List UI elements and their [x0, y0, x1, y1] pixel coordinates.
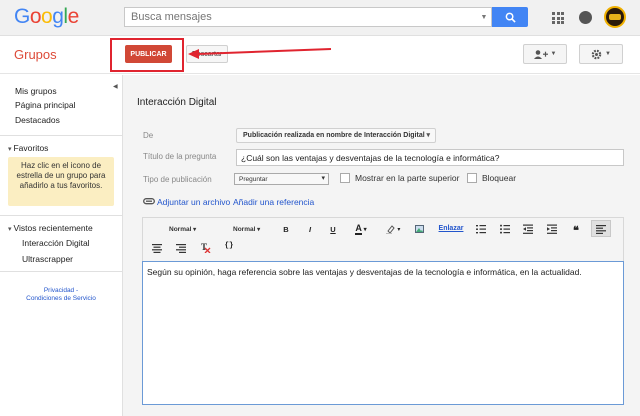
gear-icon: [591, 49, 602, 59]
from-select[interactable]: Publicación realizada en nombre de Inter…: [236, 128, 436, 143]
favorites-section-title[interactable]: Favoritos: [8, 143, 48, 153]
highlight-color-button[interactable]: ▾: [384, 224, 402, 234]
numbered-list-icon[interactable]: [476, 224, 486, 234]
logo-letter: G: [14, 5, 30, 28]
members-button[interactable]: ▼: [523, 44, 567, 64]
svg-text:T: T: [201, 242, 207, 252]
red-arrow-annotation: [188, 48, 332, 59]
italic-button[interactable]: I: [305, 225, 315, 234]
chevron-down-icon: ▼: [605, 51, 611, 57]
sidebar-item-recent-interaccion[interactable]: Interacción Digital: [22, 238, 90, 248]
divider: [0, 271, 122, 272]
link-button[interactable]: Enlazar: [438, 225, 464, 232]
google-logo[interactable]: Google: [14, 5, 79, 29]
sidebar-item-my-groups[interactable]: Mis grupos: [15, 86, 57, 96]
sidebar-item-featured[interactable]: Destacados: [15, 115, 60, 125]
attach-file-link[interactable]: Adjuntar un archivo: [157, 197, 230, 207]
insert-image-button[interactable]: [414, 225, 424, 233]
settings-button[interactable]: ▼: [579, 44, 623, 64]
sidebar-item-home[interactable]: Página principal: [15, 100, 75, 110]
post-type-select[interactable]: Preguntar: [234, 173, 329, 185]
code-button[interactable]: {}: [223, 242, 235, 250]
add-member-icon: [533, 49, 548, 59]
favorites-tip: Haz clic en el icono de estrella de un g…: [8, 157, 114, 206]
from-label: De: [143, 131, 154, 140]
search-box: ▼: [124, 7, 492, 27]
bulleted-list-icon[interactable]: [500, 224, 510, 234]
app-name[interactable]: Grupos: [14, 47, 57, 62]
align-left-icon: [596, 225, 606, 234]
text-color-button[interactable]: A ▾: [352, 224, 370, 235]
message-body-editor[interactable]: Según su opinión, haga referencia sobre …: [142, 261, 624, 405]
question-title-label: Título de la pregunta: [143, 152, 217, 161]
avatar[interactable]: [604, 6, 626, 28]
logo-letter: g: [52, 5, 64, 28]
highlighter-icon: [385, 225, 395, 234]
add-reference-link[interactable]: Añadir una referencia: [233, 197, 314, 207]
logo-letter: e: [67, 5, 80, 28]
show-top-checkbox[interactable]: [340, 173, 350, 183]
divider: [0, 215, 122, 216]
search-icon: [505, 12, 516, 23]
paperclip-icon: [143, 198, 155, 205]
publish-highlight-box: [110, 38, 184, 72]
indent-icon[interactable]: [547, 224, 557, 234]
search-options-icon[interactable]: ▼: [477, 14, 491, 21]
font-family-dropdown[interactable]: Normal: [169, 226, 196, 233]
top-bar: Google ▼: [0, 0, 640, 36]
apps-grid-icon[interactable]: [552, 12, 564, 24]
clear-formatting-icon[interactable]: T: [200, 242, 211, 253]
align-center-icon[interactable]: [152, 243, 162, 253]
font-size-dropdown[interactable]: Normal: [233, 226, 260, 233]
notifications-icon[interactable]: [579, 11, 592, 24]
chevron-down-icon: ▼: [550, 51, 557, 57]
bold-button[interactable]: B: [281, 225, 291, 234]
group-title: Interacción Digital: [137, 97, 217, 108]
align-right-icon[interactable]: [176, 243, 186, 253]
logo-letter: o: [29, 5, 42, 28]
image-icon: [414, 225, 424, 233]
question-title-input[interactable]: [236, 149, 624, 166]
post-type-label: Tipo de publicación: [143, 175, 212, 184]
search-input[interactable]: [125, 8, 477, 26]
logo-letter: o: [41, 5, 53, 28]
divider: [0, 135, 122, 136]
search-button[interactable]: [492, 7, 528, 27]
underline-button[interactable]: U: [328, 225, 338, 234]
collapse-sidebar-icon[interactable]: ◀: [113, 83, 118, 90]
lock-checkbox[interactable]: [467, 173, 477, 183]
recent-section-title[interactable]: Vistos recientemente: [8, 223, 92, 233]
footer-links: Privacidad - Condiciones de Servicio: [0, 287, 122, 303]
lock-label: Bloquear: [482, 173, 517, 183]
show-top-label: Mostrar en la parte superior: [355, 173, 460, 183]
terms-link[interactable]: Condiciones de Servicio: [0, 295, 122, 303]
sidebar-item-recent-ultrascrapper[interactable]: Ultrascrapper: [22, 254, 73, 264]
blockquote-icon[interactable]: ❝: [571, 224, 581, 237]
outdent-icon[interactable]: [523, 224, 533, 234]
privacy-link[interactable]: Privacidad -: [0, 287, 122, 295]
